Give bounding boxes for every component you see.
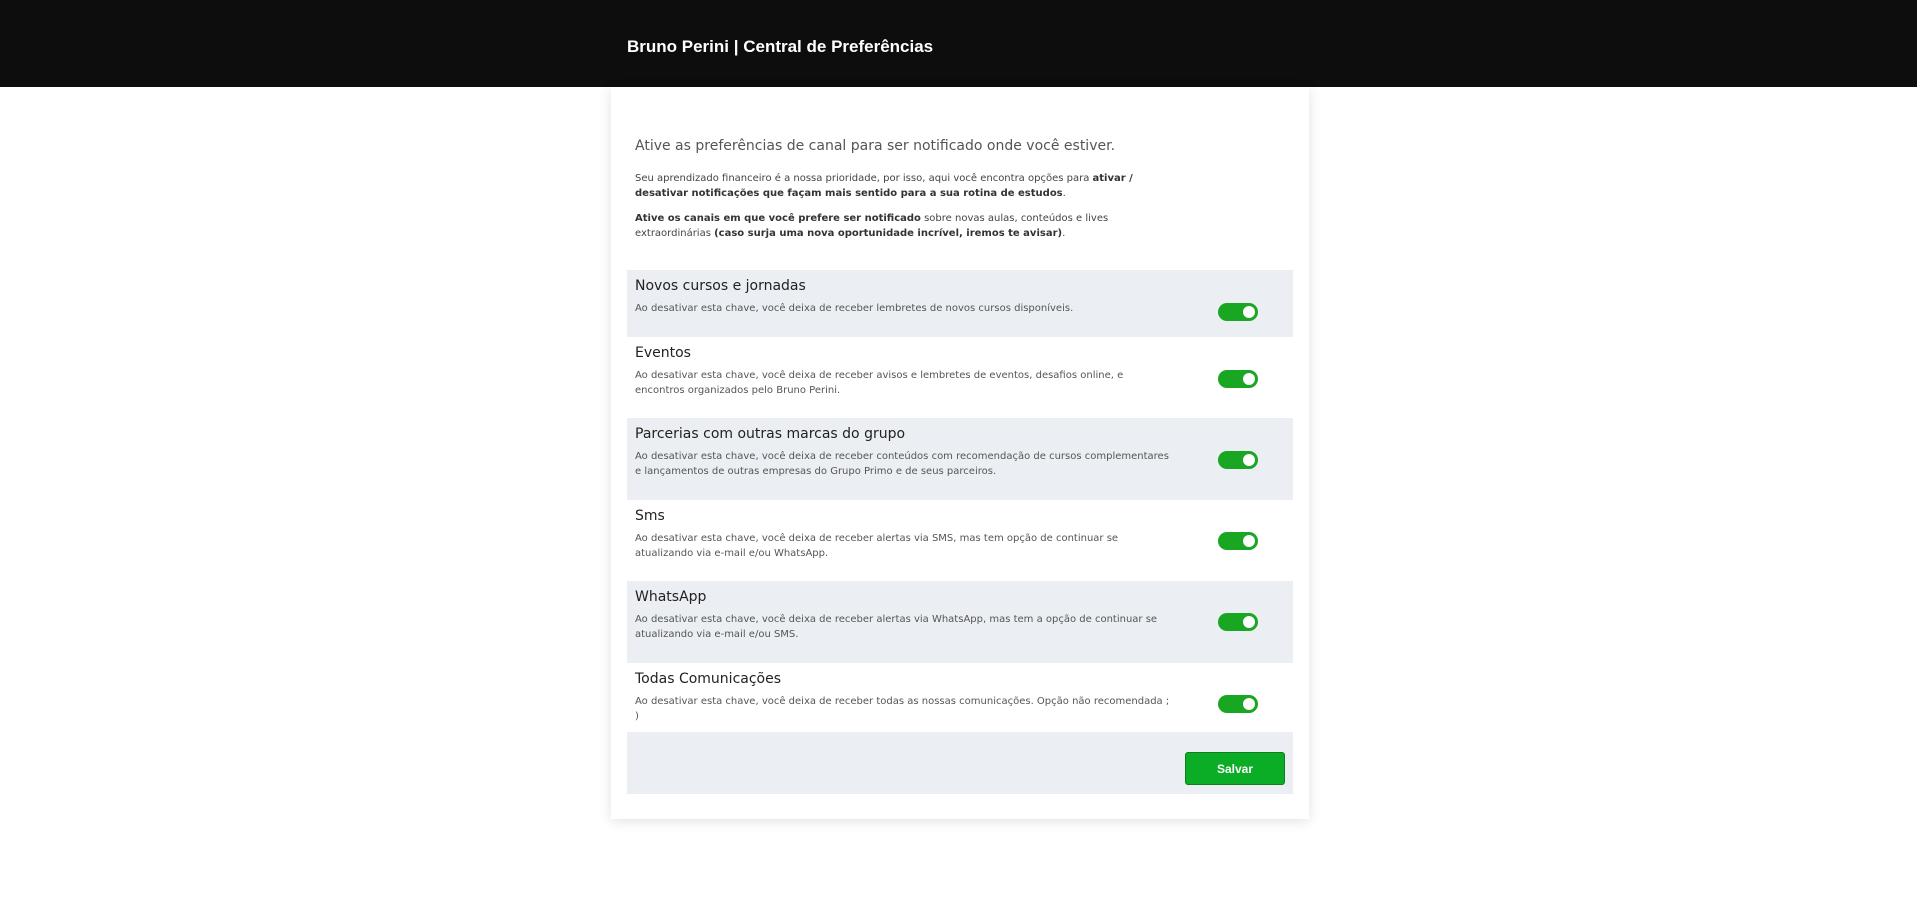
toggle-knob (1243, 698, 1255, 710)
preference-description: Ao desativar esta chave, você deixa de r… (635, 303, 1074, 314)
toggle-sms[interactable] (1218, 532, 1258, 550)
preference-row-whatsapp: WhatsApp Ao desativar esta chave, você d… (627, 581, 1293, 663)
toggle-knob (1243, 373, 1255, 385)
toggle-knob (1243, 454, 1255, 466)
preference-row-eventos: Eventos Ao desativar esta chave, você de… (627, 337, 1293, 418)
intro-headline: Ative as preferências de canal para ser … (635, 138, 1116, 154)
preferences-card: Ative as preferências de canal para ser … (611, 87, 1309, 819)
intro-emphasis: (caso surja uma nova oportunidade incrív… (714, 228, 1063, 239)
preference-description: Ao desativar esta chave, você deixa de r… (635, 696, 1170, 722)
intro-text: . (1062, 188, 1066, 199)
toggle-novos-cursos[interactable] (1218, 303, 1258, 321)
toggle-whatsapp[interactable] (1218, 613, 1258, 631)
preference-description: Ao desativar esta chave, você deixa de r… (635, 451, 1169, 477)
preference-title: WhatsApp (635, 589, 707, 605)
preference-row-todas-comunicacoes: Todas Comunicações Ao desativar esta cha… (627, 663, 1293, 730)
top-bar: Bruno Perini | Central de Preferências (0, 0, 1917, 87)
form-footer: Salvar (627, 732, 1293, 794)
toggle-knob (1243, 306, 1255, 318)
intro-text: Seu aprendizado financeiro é a nossa pri… (635, 173, 1093, 184)
preference-description: Ao desativar esta chave, você deixa de r… (635, 614, 1158, 640)
preference-description: Ao desativar esta chave, você deixa de r… (635, 533, 1119, 559)
preference-description: Ao desativar esta chave, você deixa de r… (635, 370, 1124, 396)
page-title: Bruno Perini | Central de Preferências (627, 37, 934, 56)
preference-title: Parcerias com outras marcas do grupo (635, 426, 906, 442)
intro-section: Ative as preferências de canal para ser … (635, 137, 1175, 251)
intro-text: . (1062, 228, 1066, 239)
intro-paragraph-2: Ative os canais em que você prefere ser … (635, 211, 1175, 241)
save-button[interactable]: Salvar (1185, 752, 1285, 785)
preference-title: Novos cursos e jornadas (635, 278, 806, 294)
preference-row-sms: Sms Ao desativar esta chave, você deixa … (627, 500, 1293, 581)
preference-row-novos-cursos: Novos cursos e jornadas Ao desativar est… (627, 270, 1293, 337)
preference-row-parcerias: Parcerias com outras marcas do grupo Ao … (627, 418, 1293, 500)
toggle-knob (1243, 616, 1255, 628)
preference-title: Sms (635, 508, 665, 524)
preference-title: Eventos (635, 345, 691, 361)
intro-paragraph-1: Seu aprendizado financeiro é a nossa pri… (635, 171, 1175, 201)
preference-title: Todas Comunicações (635, 671, 782, 687)
toggle-parcerias[interactable] (1218, 451, 1258, 469)
preference-list: Novos cursos e jornadas Ao desativar est… (627, 270, 1293, 730)
toggle-eventos[interactable] (1218, 370, 1258, 388)
toggle-knob (1243, 535, 1255, 547)
toggle-todas-comunicacoes[interactable] (1218, 695, 1258, 713)
intro-emphasis: Ative os canais em que você prefere ser … (635, 213, 921, 224)
